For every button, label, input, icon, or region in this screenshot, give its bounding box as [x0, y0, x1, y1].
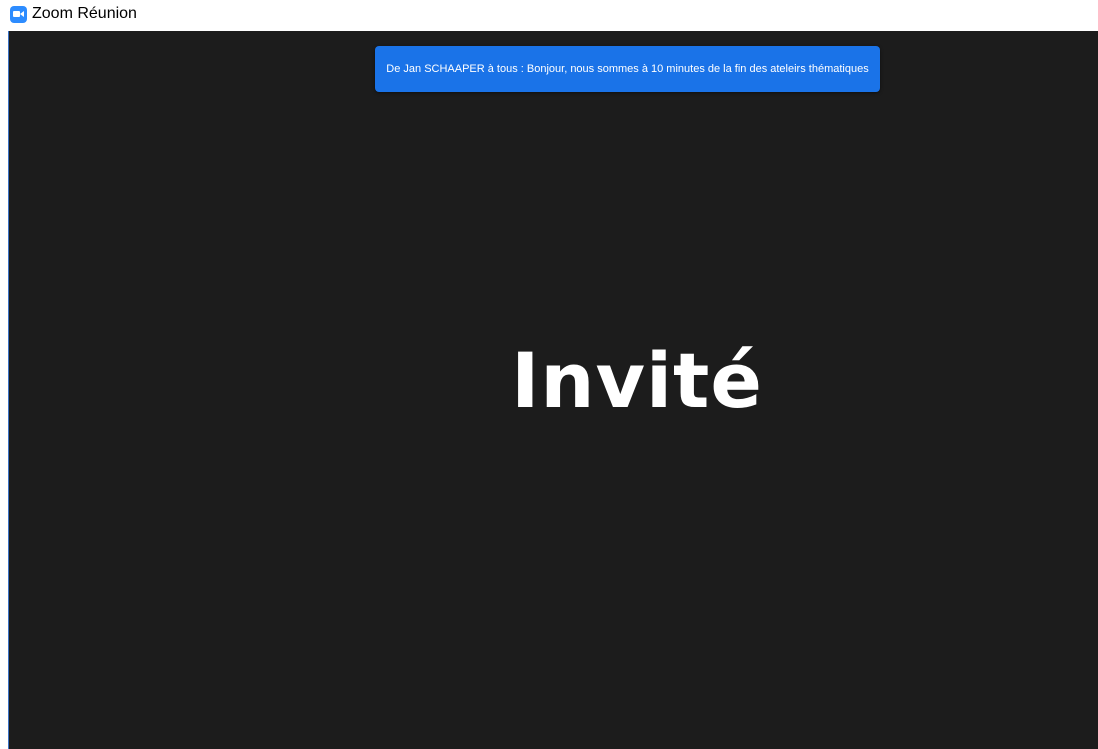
chat-notification[interactable]: De Jan SCHAAPER à tous : Bonjour, nous s… [375, 46, 880, 92]
title-bar[interactable]: Zoom Réunion [0, 0, 1098, 31]
chat-notification-text: De Jan SCHAAPER à tous : Bonjour, nous s… [386, 63, 869, 75]
window-title: Zoom Réunion [32, 5, 137, 22]
zoom-window: Zoom Réunion De Jan SCHAAPER à tous : Bo… [0, 0, 1098, 749]
participant-name: Invité [511, 336, 763, 425]
zoom-camera-icon [10, 6, 27, 23]
window-border [0, 31, 9, 749]
video-area[interactable]: De Jan SCHAAPER à tous : Bonjour, nous s… [9, 31, 1098, 749]
